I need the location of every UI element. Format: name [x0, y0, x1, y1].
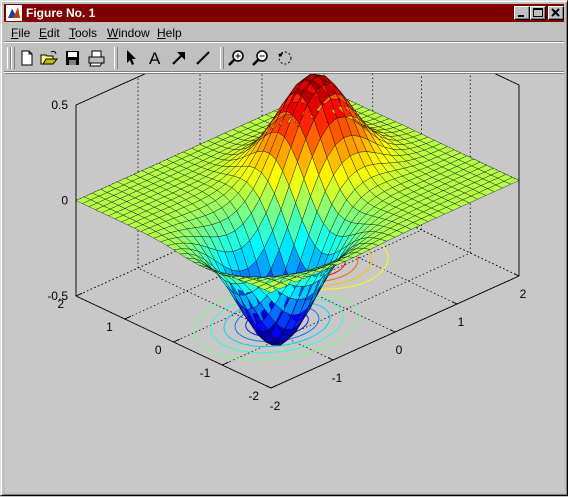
- y-tick-label: 1: [106, 320, 113, 334]
- tick-mark: [124, 315, 132, 320]
- minimize-button[interactable]: [514, 6, 530, 20]
- insert-text-button[interactable]: A: [144, 48, 166, 68]
- x-tick-label: 2: [520, 287, 527, 301]
- menu-file-label: File: [11, 26, 31, 40]
- open-file-icon: [40, 50, 59, 65]
- menu-window[interactable]: Window: [107, 26, 150, 40]
- menu-window-label: Window: [107, 26, 150, 40]
- insert-text-glyph: A: [149, 49, 161, 68]
- tick-mark: [265, 385, 272, 389]
- menu-file[interactable]: File: [11, 26, 30, 40]
- close-button[interactable]: [548, 6, 564, 20]
- tick-mark: [327, 357, 334, 361]
- maximize-icon: [533, 8, 543, 17]
- print-icon: [88, 50, 105, 67]
- toolbar-grip-2: [11, 47, 15, 69]
- insert-arrow-button[interactable]: [168, 48, 190, 68]
- surface-mesh: [75, 73, 520, 346]
- y-tick-label: 0: [155, 343, 162, 357]
- y-tick-label: -2: [248, 389, 259, 403]
- toolbar-grip-3: [114, 47, 118, 69]
- figure-canvas[interactable]: 0.5 0 -0.5 -2 -1 0 1 2 -2 -1 0 1 2: [5, 0, 564, 492]
- surface-plot-axes[interactable]: 0.50-0.5-2-1012-2-1012: [5, 0, 564, 492]
- insert-line-icon: [196, 51, 210, 65]
- z-tick-label: 0: [61, 194, 68, 208]
- zoom-in-icon: [228, 50, 244, 66]
- maximize-button[interactable]: [530, 6, 546, 20]
- menu-bar: File Edit Tools Window Help: [4, 23, 564, 41]
- figure-window: Figure No. 1 File Edit Tools Window Help: [0, 0, 568, 496]
- zoom-out-icon: [252, 50, 268, 66]
- tick-mark: [389, 329, 396, 333]
- tick-mark: [173, 338, 180, 343]
- tick-mark: [222, 361, 229, 366]
- menu-help[interactable]: Help: [157, 26, 182, 40]
- zoom-out-button[interactable]: [250, 48, 272, 68]
- zoom-in-button[interactable]: [226, 48, 248, 68]
- print-button[interactable]: [86, 48, 108, 68]
- insert-arrow-icon: [172, 52, 185, 65]
- grid-line: [337, 0, 520, 86]
- menu-separator: [4, 41, 564, 43]
- tick-mark: [513, 273, 520, 277]
- menu-edit[interactable]: Edit: [39, 26, 60, 40]
- z-tick-label: 0.5: [51, 98, 68, 112]
- tick-mark: [270, 384, 278, 389]
- matlab-logo-icon: [6, 5, 22, 21]
- menu-tools[interactable]: Tools: [69, 26, 97, 40]
- rotate-3d-icon: [278, 51, 292, 65]
- x-tick-label: -1: [332, 371, 343, 385]
- x-tick-label: -2: [270, 399, 281, 413]
- save-button[interactable]: [62, 48, 84, 68]
- axis-line: [337, 0, 520, 86]
- menu-help-label: Help: [157, 26, 182, 40]
- menu-tools-label: Tools: [69, 26, 98, 40]
- x-tick-label: 1: [458, 315, 465, 329]
- select-arrow-icon: [127, 50, 136, 65]
- open-file-button[interactable]: [38, 48, 60, 68]
- new-figure-button[interactable]: [16, 48, 38, 68]
- figure-toolbar: A: [4, 44, 564, 72]
- x-tick-label: 0: [396, 343, 403, 357]
- select-arrow-button[interactable]: [120, 48, 142, 68]
- tick-mark: [75, 292, 83, 297]
- minimize-icon: [518, 15, 524, 17]
- close-icon: [551, 8, 560, 17]
- menu-edit-label: Edit: [39, 26, 60, 40]
- save-icon: [66, 51, 79, 65]
- y-tick-label: 2: [57, 297, 64, 311]
- insert-line-button[interactable]: [192, 48, 214, 68]
- new-figure-icon: [21, 50, 33, 66]
- toolbar-grip-4: [220, 47, 224, 69]
- insert-text-icon: A: [149, 49, 161, 68]
- tick-mark: [451, 301, 458, 305]
- y-tick-label: -1: [200, 366, 211, 380]
- window-title: Figure No. 1: [26, 6, 96, 20]
- rotate-3d-button[interactable]: [274, 48, 296, 68]
- title-bar[interactable]: Figure No. 1: [4, 4, 564, 22]
